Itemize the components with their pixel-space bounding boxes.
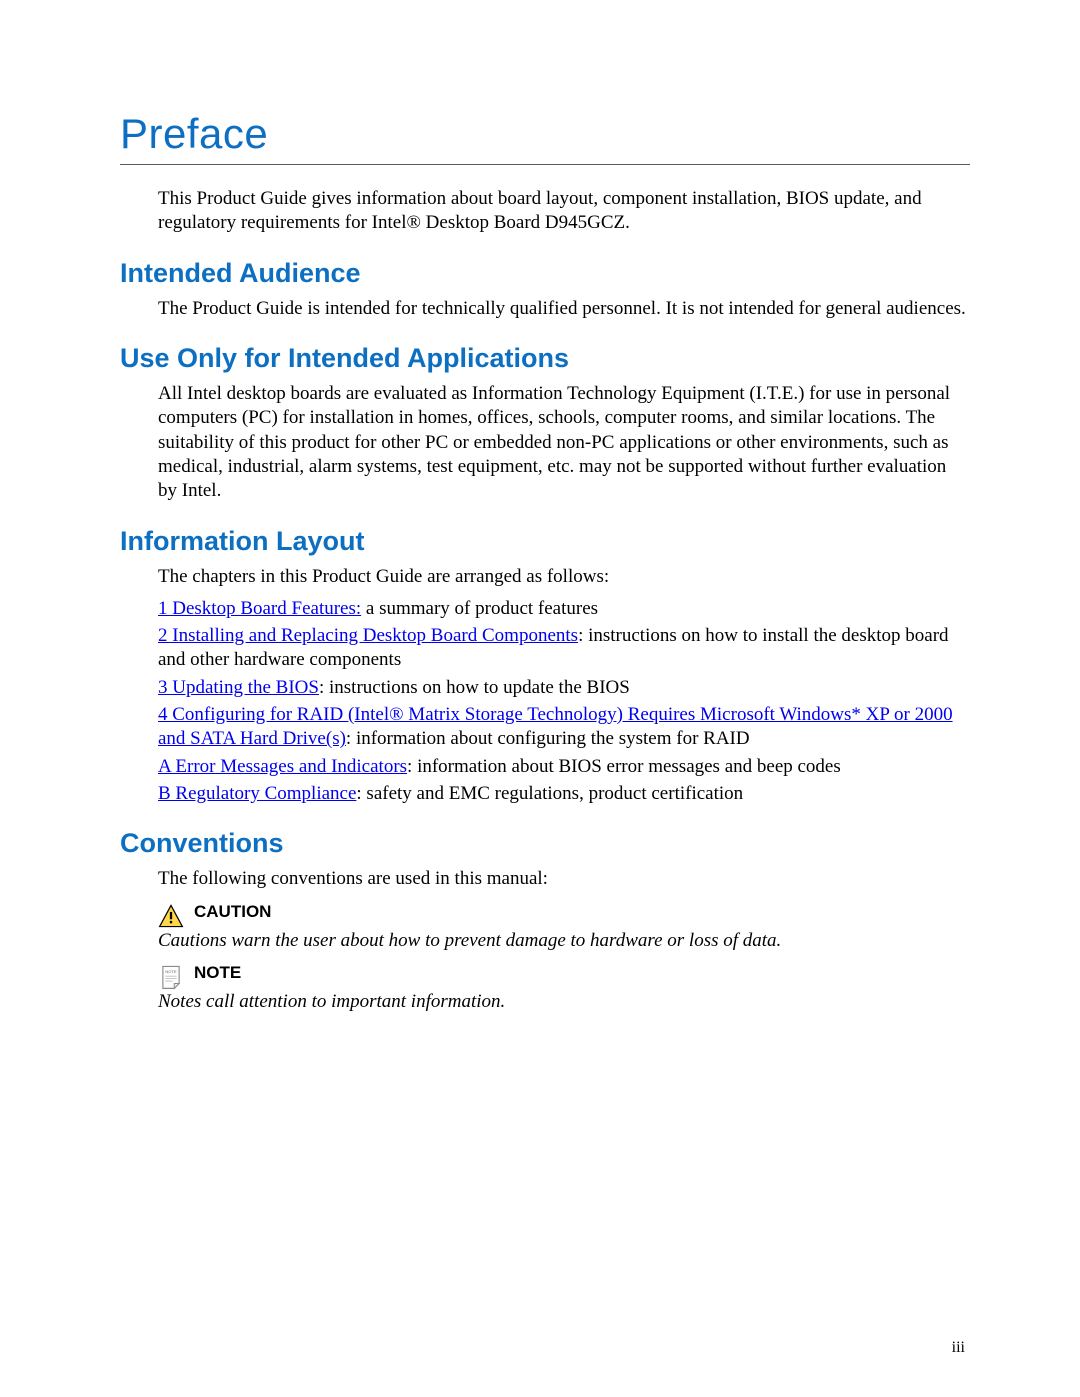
chapter-item: 3 Updating the BIOS: instructions on how…: [158, 676, 970, 700]
chapter-link-a[interactable]: A Error Messages and Indicators: [158, 756, 407, 777]
chapter-rest: : safety and EMC regulations, product ce…: [356, 783, 743, 804]
heading-intended-audience: Intended Audience: [120, 258, 970, 289]
info-layout-block: The chapters in this Product Guide are a…: [158, 565, 970, 807]
use-only-text: All Intel desktop boards are evaluated a…: [158, 382, 970, 504]
chapter-rest: : instructions on how to update the BIOS: [319, 677, 630, 698]
chapter-rest: : information about configuring the syst…: [346, 728, 750, 749]
heading-info-layout: Information Layout: [120, 526, 970, 557]
page-title: Preface: [120, 110, 970, 158]
intro-text: This Product Guide gives information abo…: [158, 187, 970, 236]
note-label: NOTE: [194, 963, 241, 983]
chapter-item: B Regulatory Compliance: safety and EMC …: [158, 782, 970, 806]
note-icon: NOTE: [158, 964, 184, 990]
chapter-link-b[interactable]: B Regulatory Compliance: [158, 783, 356, 804]
conventions-block: The following conventions are used in th…: [158, 867, 970, 1014]
conventions-lead: The following conventions are used in th…: [158, 867, 970, 891]
chapter-rest: a summary of product features: [361, 598, 598, 619]
audience-text: The Product Guide is intended for techni…: [158, 297, 970, 321]
heading-conventions: Conventions: [120, 828, 970, 859]
chapter-link-3[interactable]: 3 Updating the BIOS: [158, 677, 319, 698]
caution-icon: [158, 903, 184, 929]
page-container: Preface This Product Guide gives informa…: [0, 0, 1080, 1397]
note-text: Notes call attention to important inform…: [158, 990, 970, 1014]
caution-row: CAUTION: [158, 902, 970, 929]
chapter-link-2[interactable]: 2 Installing and Replacing Desktop Board…: [158, 625, 578, 646]
note-row: NOTE NOTE: [158, 963, 970, 990]
intro-block: This Product Guide gives information abo…: [158, 187, 970, 236]
chapter-item: 4 Configuring for RAID (Intel® Matrix St…: [158, 703, 970, 752]
chapter-rest: : information about BIOS error messages …: [407, 756, 841, 777]
title-rule: [120, 164, 970, 165]
use-only-block: All Intel desktop boards are evaluated a…: [158, 382, 970, 504]
chapter-item: A Error Messages and Indicators: informa…: [158, 755, 970, 779]
svg-text:NOTE: NOTE: [165, 969, 177, 974]
caution-text: Cautions warn the user about how to prev…: [158, 929, 970, 953]
caution-label: CAUTION: [194, 902, 271, 922]
chapter-link-1[interactable]: 1 Desktop Board Features:: [158, 598, 361, 619]
heading-use-only: Use Only for Intended Applications: [120, 343, 970, 374]
info-layout-lead: The chapters in this Product Guide are a…: [158, 565, 970, 589]
page-number: iii: [952, 1339, 965, 1357]
chapter-item: 1 Desktop Board Features: a summary of p…: [158, 597, 970, 621]
audience-block: The Product Guide is intended for techni…: [158, 297, 970, 321]
chapter-item: 2 Installing and Replacing Desktop Board…: [158, 624, 970, 673]
